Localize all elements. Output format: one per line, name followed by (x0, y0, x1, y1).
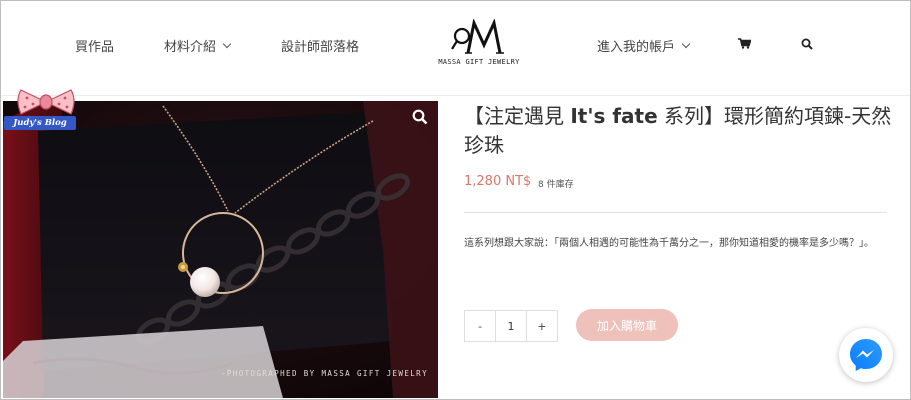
add-to-cart-button[interactable]: 加入購物車 (576, 309, 678, 341)
nav-item-label: 進入我的帳戶 (597, 40, 676, 55)
nav-item-label: 材料介紹 (164, 40, 217, 55)
product-price: 1,280 NT$ (464, 174, 532, 189)
product-title-series: It's fate (570, 104, 658, 128)
product-description: 這系列想跟大家說：「兩個人相遇的可能性為千萬分之一，那你知道相愛的機率是多少嗎？… (464, 238, 874, 249)
site-logo[interactable]: MASSA GIFT JEWELRY (438, 18, 520, 71)
messenger-chat-button[interactable] (839, 328, 893, 382)
divider (464, 212, 887, 213)
logo-text: MASSA GIFT JEWELRY (438, 58, 520, 66)
chevron-down-icon (222, 39, 232, 49)
decrease-quantity-button[interactable]: - (465, 311, 495, 341)
logo-mark-icon (451, 18, 504, 54)
product-image[interactable]: -PHOTOGRAPHED BY MASSA GIFT JEWELRY (3, 101, 438, 398)
zoom-button[interactable] (412, 109, 428, 125)
necklace-photo (3, 101, 438, 398)
increase-quantity-button[interactable]: + (527, 311, 557, 341)
nav-item-materials[interactable]: 材料介紹 (164, 36, 232, 55)
product-title-prefix: 【注定遇見 (464, 104, 571, 128)
quantity-input[interactable] (496, 311, 526, 341)
stock-count: 8 件庫存 (538, 180, 574, 190)
search-icon (801, 38, 813, 50)
search-button[interactable] (801, 38, 813, 50)
nav-item-designer-blog[interactable]: 設計師部落格 (281, 36, 359, 55)
chevron-down-icon (681, 39, 691, 49)
nav-item-shop[interactable]: 買作品 (75, 36, 114, 55)
product-title: 【注定遇見 It's fate 系列】環形簡約項鍊-天然珍珠 (464, 102, 894, 160)
photo-credit: -PHOTOGRAPHED BY MASSA GIFT JEWELRY (220, 369, 428, 378)
blog-badge-label: Judy's Blog (4, 116, 76, 130)
site-header: 買作品 材料介紹 設計師部落格 MASSA GIFT JEWELRY 進入我的帳… (1, 1, 910, 96)
nav-item-label: 設計師部落格 (281, 40, 360, 55)
nav-item-account[interactable]: 進入我的帳戶 (597, 36, 691, 55)
messenger-icon (850, 339, 882, 371)
quantity-cell (495, 311, 527, 341)
nav-item-label: 買作品 (75, 40, 115, 55)
quantity-stepper: - + (464, 310, 558, 342)
cart-button[interactable] (738, 38, 751, 49)
cart-icon (738, 38, 751, 49)
search-icon (412, 109, 428, 125)
